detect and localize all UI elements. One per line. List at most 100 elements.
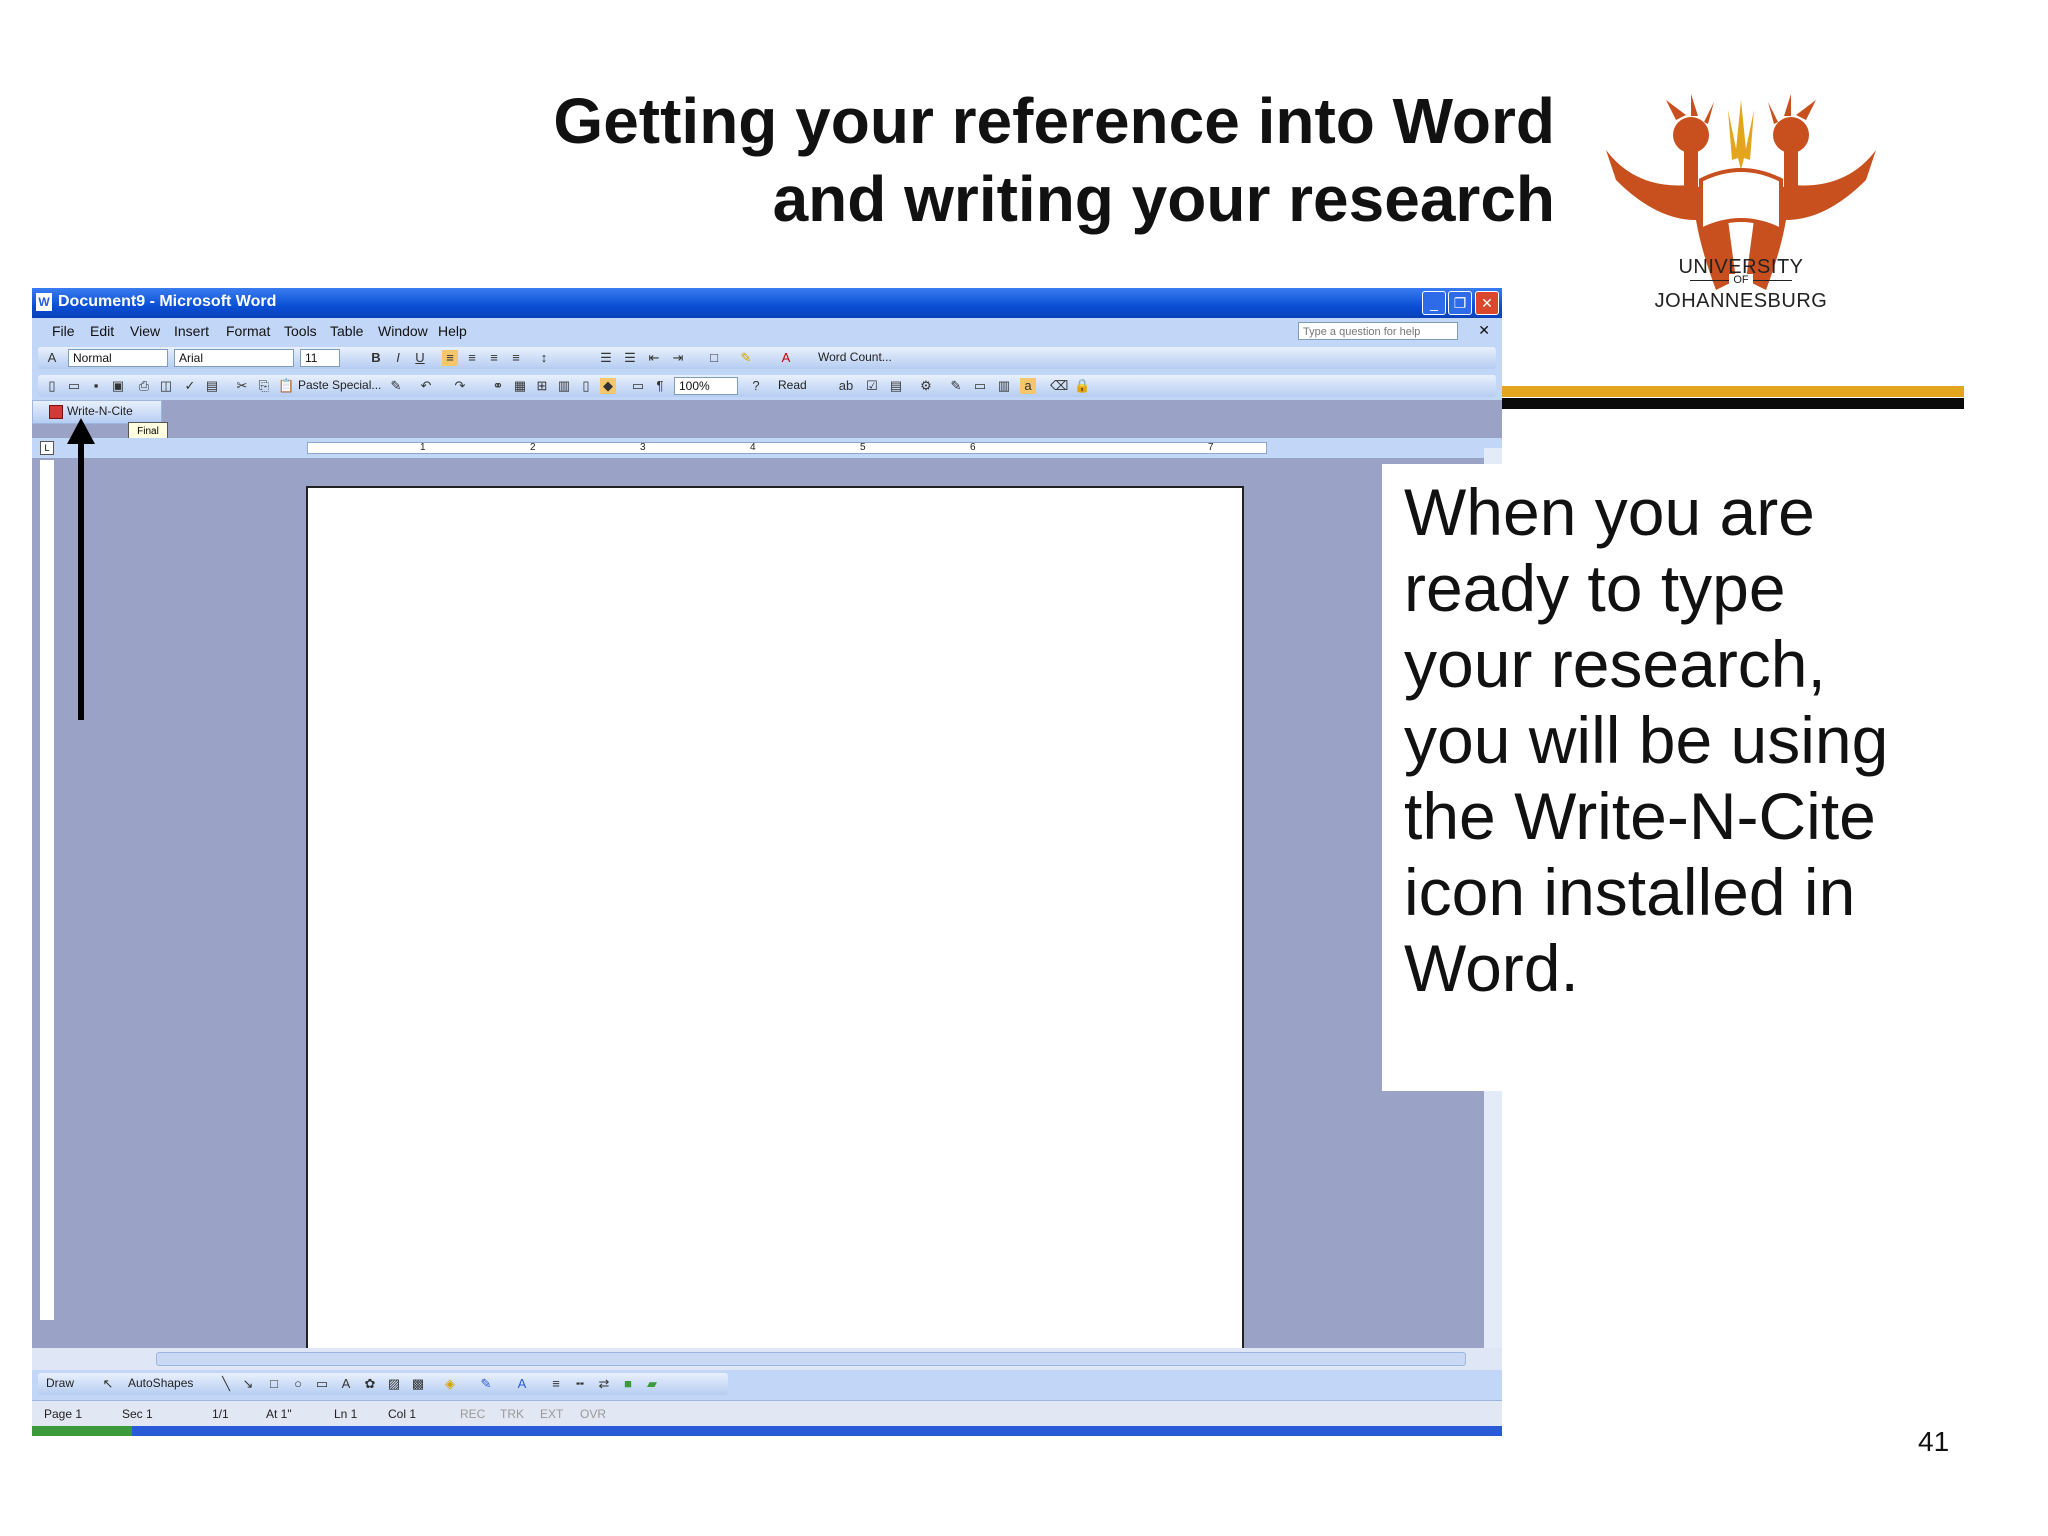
scroll-thumb[interactable]: [156, 1352, 1466, 1366]
zoom-select[interactable]: 100%: [674, 377, 738, 395]
paste-special-button[interactable]: Paste Special...: [298, 378, 381, 392]
bullets-icon[interactable]: ☰: [622, 350, 638, 366]
underline-icon[interactable]: U: [412, 350, 428, 366]
menu-help[interactable]: Help: [438, 323, 467, 339]
clipart-icon[interactable]: ▨: [386, 1376, 402, 1392]
tab-selector-icon[interactable]: L: [40, 441, 54, 455]
line-style-icon[interactable]: ≡: [548, 1376, 564, 1392]
menu-tools[interactable]: Tools: [284, 323, 317, 339]
read-button[interactable]: Read: [778, 378, 807, 392]
format-painter-icon[interactable]: ✎: [388, 378, 404, 394]
dropdown-field-icon[interactable]: ▤: [888, 378, 904, 394]
status-ovr[interactable]: OVR: [580, 1407, 606, 1421]
menu-file[interactable]: File: [52, 323, 75, 339]
document-map-icon[interactable]: ▭: [630, 378, 646, 394]
italic-icon[interactable]: I: [390, 350, 406, 366]
field-options-icon[interactable]: ⚙: [918, 378, 934, 394]
style-select[interactable]: Normal: [68, 349, 168, 367]
columns-icon[interactable]: ▯: [578, 378, 594, 394]
draw-font-color-icon[interactable]: A: [514, 1376, 530, 1392]
status-rec[interactable]: REC: [460, 1407, 485, 1421]
font-size-select[interactable]: 11: [300, 349, 340, 367]
arrow-style-icon[interactable]: ⇄: [596, 1376, 612, 1392]
word-count-button[interactable]: Word Count...: [818, 350, 892, 364]
menu-window[interactable]: Window: [378, 323, 428, 339]
font-select[interactable]: Arial: [174, 349, 294, 367]
close-button[interactable]: ✕: [1475, 291, 1499, 315]
align-right-icon[interactable]: ≡: [486, 350, 502, 366]
menu-view[interactable]: View: [130, 323, 160, 339]
show-hide-icon[interactable]: ¶: [652, 378, 668, 394]
write-n-cite-label[interactable]: Write-N-Cite: [67, 404, 133, 418]
align-center-icon[interactable]: ≡: [464, 350, 480, 366]
decrease-indent-icon[interactable]: ⇤: [646, 350, 662, 366]
line-color-icon[interactable]: ✎: [478, 1376, 494, 1392]
fill-color-icon[interactable]: ◈: [442, 1376, 458, 1392]
copy-icon[interactable]: ⎘: [256, 378, 272, 394]
menu-edit[interactable]: Edit: [90, 323, 114, 339]
text-field-icon[interactable]: ab: [838, 378, 854, 394]
line-icon[interactable]: ╲: [218, 1376, 234, 1392]
reset-fields-icon[interactable]: a: [1020, 378, 1036, 394]
write-n-cite-icon[interactable]: [49, 405, 63, 419]
diagram-icon[interactable]: ✿: [362, 1376, 378, 1392]
excel-icon[interactable]: ▥: [556, 378, 572, 394]
status-trk[interactable]: TRK: [500, 1407, 524, 1421]
minimize-button[interactable]: _: [1422, 291, 1446, 315]
border-icon[interactable]: □: [706, 350, 722, 366]
arrow-tool-icon[interactable]: ↘: [240, 1376, 256, 1392]
paste-icon[interactable]: 📋: [278, 378, 294, 394]
numbering-icon[interactable]: ☰: [598, 350, 614, 366]
picture-icon[interactable]: ▩: [410, 1376, 426, 1392]
status-ext[interactable]: EXT: [540, 1407, 563, 1421]
cut-icon[interactable]: ✂: [234, 378, 250, 394]
wordart-icon[interactable]: A: [338, 1376, 354, 1392]
autoshapes-button[interactable]: AutoShapes: [128, 1376, 193, 1390]
hyperlink-icon[interactable]: ⚭: [490, 378, 506, 394]
draw-table-icon[interactable]: ✎: [948, 378, 964, 394]
checkbox-icon[interactable]: ☑: [864, 378, 880, 394]
permission-icon[interactable]: ▣: [110, 378, 126, 394]
redo-icon[interactable]: ↷: [452, 378, 468, 394]
increase-indent-icon[interactable]: ⇥: [670, 350, 686, 366]
new-icon[interactable]: ▯: [44, 378, 60, 394]
undo-icon[interactable]: ↶: [418, 378, 434, 394]
line-spacing-icon[interactable]: ↕: [536, 350, 552, 366]
document-page[interactable]: [306, 486, 1244, 1366]
insert-frame-icon[interactable]: ▭: [972, 378, 988, 394]
menu-format[interactable]: Format: [226, 323, 270, 339]
styles-icon[interactable]: A: [44, 350, 60, 366]
3d-icon[interactable]: ▰: [644, 1376, 660, 1392]
eraser-icon[interactable]: ⌫: [1050, 378, 1068, 394]
oval-icon[interactable]: ○: [290, 1376, 306, 1392]
help-search-input[interactable]: Type a question for help: [1298, 322, 1458, 340]
open-icon[interactable]: ▭: [66, 378, 82, 394]
print-icon[interactable]: ⎙: [136, 378, 152, 394]
doc-close-icon[interactable]: ✕: [1478, 322, 1490, 339]
horizontal-scrollbar[interactable]: [32, 1348, 1502, 1370]
shadow-icon[interactable]: ■: [620, 1376, 636, 1392]
menu-table[interactable]: Table: [330, 323, 363, 339]
select-objects-icon[interactable]: ↖: [100, 1376, 116, 1392]
align-left-icon[interactable]: ≡: [442, 350, 458, 366]
justify-icon[interactable]: ≡: [508, 350, 524, 366]
draw-menu-button[interactable]: Draw: [46, 1376, 74, 1390]
spelling-icon[interactable]: ✓: [182, 378, 198, 394]
save-icon[interactable]: ▪: [88, 378, 104, 394]
print-preview-icon[interactable]: ◫: [158, 378, 174, 394]
form-field-shading-icon[interactable]: ▥: [996, 378, 1012, 394]
insert-table-icon[interactable]: ⊞: [534, 378, 550, 394]
bold-icon[interactable]: B: [368, 350, 384, 366]
highlight-icon[interactable]: ✎: [738, 350, 754, 366]
menu-insert[interactable]: Insert: [174, 323, 209, 339]
help-icon[interactable]: ?: [748, 378, 764, 394]
research-icon[interactable]: ▤: [204, 378, 220, 394]
protect-form-icon[interactable]: 🔒: [1074, 378, 1090, 394]
drawing-icon[interactable]: ◆: [600, 378, 616, 394]
textbox-icon[interactable]: ▭: [314, 1376, 330, 1392]
dash-style-icon[interactable]: ╍: [572, 1376, 588, 1392]
restore-button[interactable]: ❐: [1448, 291, 1472, 315]
tables-borders-icon[interactable]: ▦: [512, 378, 528, 394]
rectangle-icon[interactable]: □: [266, 1376, 282, 1392]
font-color-icon[interactable]: A: [778, 350, 794, 366]
